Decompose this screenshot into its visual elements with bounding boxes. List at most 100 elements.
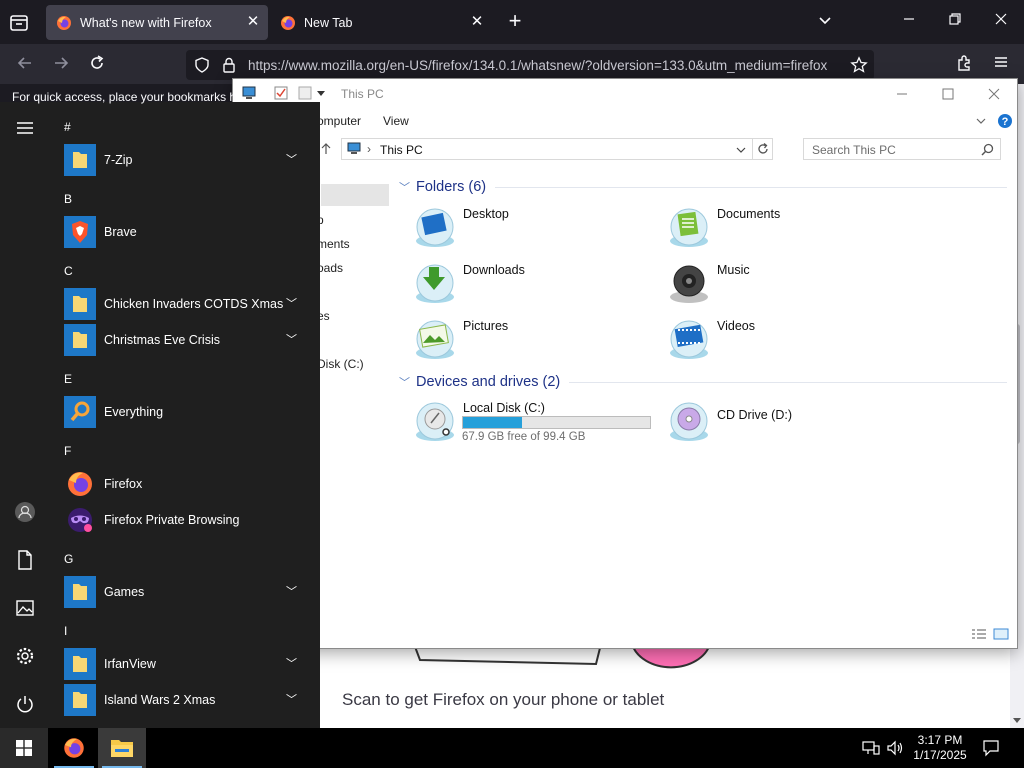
collapse-chevron-icon[interactable]: ﹀	[399, 377, 410, 389]
section-header-f[interactable]: F	[64, 444, 71, 458]
search-box[interactable]: Search This PC	[803, 138, 1001, 160]
list-all-tabs-chevron-icon[interactable]	[814, 12, 836, 32]
restore-window-icon[interactable]	[944, 12, 966, 32]
app-7zip[interactable]: 7-Zip ﹀	[62, 144, 312, 178]
close-tab-icon[interactable]: ✕	[468, 13, 486, 31]
new-folder-quick-icon[interactable]	[297, 85, 313, 101]
expand-ribbon-chevron-icon[interactable]	[975, 115, 987, 127]
drive-name: Local Disk (C:)	[463, 401, 545, 415]
drive-cd-d[interactable]: CD Drive (D:)	[667, 399, 897, 447]
properties-quick-icon[interactable]	[273, 85, 289, 101]
folder-name: Pictures	[463, 319, 509, 333]
firefox-view-icon[interactable]	[8, 12, 30, 34]
app-chicken-invaders[interactable]: Chicken Invaders COTDS Xmas ﹀	[62, 288, 312, 322]
reload-icon[interactable]	[86, 54, 108, 76]
up-arrow-icon[interactable]	[319, 142, 333, 156]
app-christmas-eve-crisis[interactable]: Christmas Eve Crisis ﹀	[62, 324, 312, 358]
expand-chevron-icon[interactable]: ﹀	[286, 151, 297, 167]
app-brave[interactable]: Brave	[62, 216, 312, 250]
minimize-window-icon[interactable]	[895, 87, 909, 101]
documents-icon[interactable]	[13, 548, 37, 572]
nav-item-local-disk[interactable]: Disk (C:)	[317, 357, 364, 371]
section-header-g[interactable]: G	[64, 552, 73, 566]
expand-chevron-icon[interactable]: ﹀	[286, 583, 297, 599]
app-everything[interactable]: Everything	[62, 396, 312, 430]
help-icon[interactable]: ?	[997, 113, 1013, 129]
app-name: Brave	[104, 225, 137, 239]
clock[interactable]: 3:17 PM 1/17/2025	[912, 733, 968, 763]
expand-chevron-icon[interactable]: ﹀	[286, 691, 297, 707]
tab-new-tab[interactable]: New Tab ✕	[270, 5, 492, 40]
section-header-c[interactable]: C	[64, 264, 73, 278]
customize-dropdown-icon[interactable]	[317, 91, 325, 97]
url-bar[interactable]: https://www.mozilla.org/en-US/firefox/13…	[186, 50, 874, 80]
app-irfanview[interactable]: IrfanView ﹀	[62, 648, 312, 682]
refresh-icon[interactable]	[752, 139, 772, 159]
maximize-window-icon[interactable]	[941, 87, 955, 101]
ribbon-tab-computer[interactable]: omputer	[317, 114, 361, 128]
address-dropdown-icon[interactable]	[735, 145, 747, 155]
explorer-title-bar[interactable]: This PC	[233, 79, 1017, 109]
minimize-window-icon[interactable]	[898, 12, 920, 32]
group-divider	[495, 187, 1007, 188]
section-header-e[interactable]: E	[64, 372, 72, 386]
section-header-hash[interactable]: #	[64, 120, 71, 134]
app-firefox-private[interactable]: Firefox Private Browsing	[62, 504, 312, 538]
folders-group-header[interactable]: ﹀ Folders (6)	[399, 179, 486, 195]
extensions-puzzle-icon[interactable]	[954, 54, 976, 76]
folder-pictures[interactable]: Pictures	[413, 317, 643, 365]
folder-downloads[interactable]: Downloads	[413, 261, 643, 309]
bookmark-star-icon[interactable]	[850, 56, 868, 74]
cd-drive-icon	[670, 402, 708, 441]
details-view-icon[interactable]	[971, 628, 987, 640]
search-icon[interactable]	[981, 143, 994, 156]
folder-music[interactable]: Music	[667, 261, 897, 309]
expand-hamburger-icon[interactable]	[13, 116, 37, 140]
close-window-icon[interactable]	[987, 87, 1001, 101]
app-menu-hamburger-icon[interactable]	[990, 54, 1012, 76]
collapse-chevron-icon[interactable]: ﹀	[399, 182, 410, 194]
nav-item-downloads[interactable]: oads	[317, 261, 343, 275]
group-divider	[569, 382, 1007, 383]
app-island-wars[interactable]: Island Wars 2 Xmas ﹀	[62, 684, 312, 718]
lock-icon[interactable]	[222, 57, 236, 73]
app-games[interactable]: Games ﹀	[62, 576, 312, 610]
forward-arrow-icon[interactable]	[50, 54, 72, 76]
tab-whats-new[interactable]: What's new with Firefox ✕	[46, 5, 268, 40]
drives-group-header[interactable]: ﹀ Devices and drives (2)	[399, 374, 560, 390]
url-text[interactable]: https://www.mozilla.org/en-US/firefox/13…	[248, 58, 838, 73]
close-window-icon[interactable]	[990, 12, 1012, 32]
expand-chevron-icon[interactable]: ﹀	[286, 295, 297, 311]
taskbar-firefox[interactable]	[50, 728, 98, 768]
notifications-icon[interactable]	[982, 739, 1000, 757]
nav-item-documents[interactable]: ments	[317, 237, 350, 251]
breadcrumb-this-pc[interactable]: This PC	[380, 143, 423, 157]
nav-pane-selected-this-pc[interactable]	[321, 184, 389, 206]
close-tab-icon[interactable]: ✕	[244, 13, 262, 31]
file-explorer-window[interactable]: This PC omputer View ? › This PC Search …	[232, 78, 1018, 649]
expand-chevron-icon[interactable]: ﹀	[286, 655, 297, 671]
large-icons-view-icon[interactable]	[993, 628, 1009, 640]
app-name: IrfanView	[104, 657, 156, 671]
expand-chevron-icon[interactable]: ﹀	[286, 331, 297, 347]
section-header-b[interactable]: B	[64, 192, 72, 206]
ribbon-tab-view[interactable]: View	[383, 114, 409, 128]
section-header-i[interactable]: I	[64, 624, 67, 638]
folder-desktop[interactable]: Desktop	[413, 205, 643, 253]
back-arrow-icon[interactable]	[14, 54, 36, 76]
new-tab-plus-icon[interactable]: +	[503, 10, 527, 34]
user-account-icon[interactable]	[13, 500, 37, 524]
volume-icon[interactable]	[886, 740, 904, 756]
folder-documents[interactable]: Documents	[667, 205, 897, 253]
network-icon[interactable]	[862, 740, 880, 756]
power-icon[interactable]	[13, 692, 37, 716]
shield-icon[interactable]	[194, 57, 210, 73]
drive-usage-fill	[463, 417, 523, 428]
start-button[interactable]	[0, 728, 48, 768]
pictures-icon[interactable]	[13, 596, 37, 620]
address-bar[interactable]: › This PC	[341, 138, 773, 160]
settings-gear-icon[interactable]	[13, 644, 37, 668]
taskbar-file-explorer[interactable]	[98, 728, 146, 768]
folder-videos[interactable]: Videos	[667, 317, 897, 365]
app-firefox[interactable]: Firefox	[62, 468, 312, 502]
